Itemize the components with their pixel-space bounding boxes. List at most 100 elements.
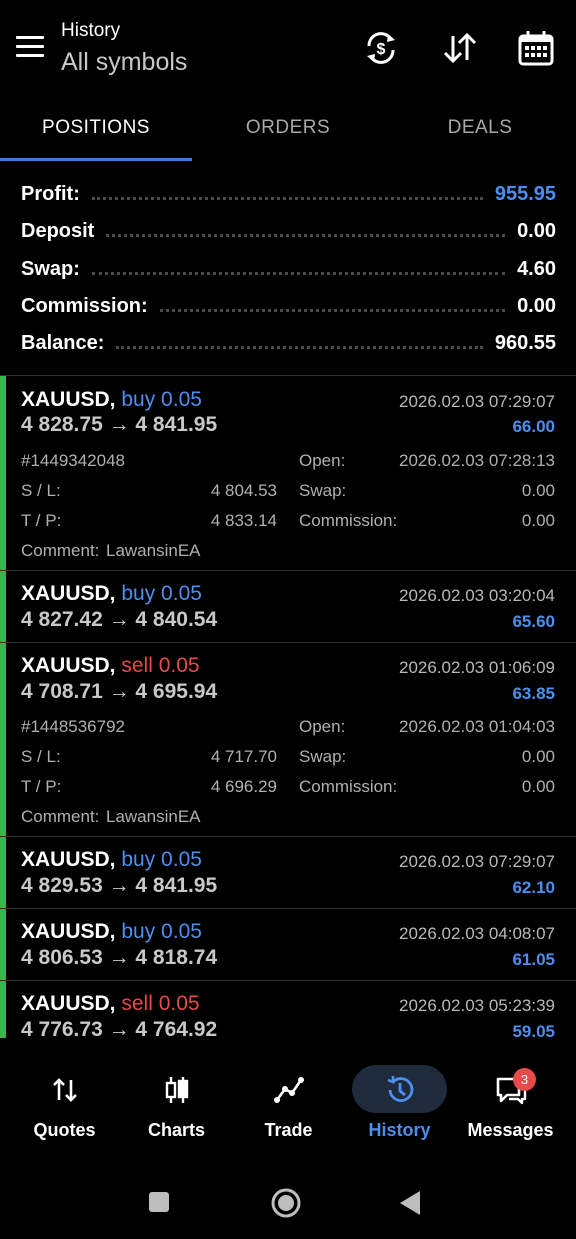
- comment-label: Comment:: [21, 807, 100, 826]
- position-prices: 4 829.53 → 4 841.95: [21, 874, 218, 897]
- bottom-nav: Quotes Charts Trade History Messages: [0, 1060, 576, 1160]
- position-symbol: XAUUSD,: [21, 920, 116, 943]
- position-close-time: 2026.02.03 05:23:39: [399, 996, 555, 1015]
- sl-value: 4 717.70: [210, 747, 277, 766]
- trade-icon: [273, 1077, 304, 1103]
- summary-balance-row: Balance: 960.55: [21, 328, 556, 358]
- position-symbol: XAUUSD,: [21, 654, 116, 677]
- nav-history[interactable]: History: [342, 1060, 457, 1160]
- tp-value: 4 833.14: [210, 511, 277, 530]
- position-side: buy 0.05: [121, 848, 202, 871]
- sl-label: S / L:: [21, 747, 61, 766]
- tab-deals[interactable]: DEALS: [384, 100, 576, 160]
- currency-exchange-icon[interactable]: $: [361, 28, 401, 68]
- position-profit: 59.05: [512, 1022, 555, 1038]
- nav-quotes[interactable]: Quotes: [7, 1060, 122, 1160]
- commission-value: 0.00: [521, 777, 555, 796]
- tab-orders[interactable]: ORDERS: [192, 100, 384, 160]
- balance-label: Balance:: [21, 331, 105, 354]
- profit-value: 955.95: [494, 182, 556, 205]
- quotes-icon: [52, 1078, 77, 1102]
- position-profit: 66.00: [512, 417, 555, 436]
- history-icon: [387, 1076, 413, 1102]
- position-symbol: XAUUSD,: [21, 848, 116, 871]
- sort-icon[interactable]: [440, 28, 480, 68]
- commission-label: Commission:: [299, 777, 398, 796]
- position-prices: 4 708.71 → 4 695.94: [21, 680, 218, 703]
- commission-label: Commission:: [21, 294, 148, 317]
- position-symbol: XAUUSD,: [21, 582, 116, 605]
- charts-icon: [165, 1077, 188, 1103]
- summary-deposit-row: Deposit 0.00: [21, 216, 556, 246]
- deposit-label: Deposit: [21, 219, 95, 242]
- tp-value: 4 696.29: [210, 777, 277, 796]
- nav-history-label: History: [368, 1120, 431, 1140]
- position-item[interactable]: XAUUSD, sell 0.05 2026.02.03 01:06:09 4 …: [0, 643, 576, 837]
- comment-value: LawansinEA: [106, 541, 201, 560]
- position-profit: 63.85: [512, 684, 555, 703]
- nav-trade[interactable]: Trade: [231, 1060, 346, 1160]
- swap-label: Swap:: [21, 257, 80, 280]
- position-profit: 65.60: [512, 612, 555, 631]
- swap-label: Swap:: [299, 747, 347, 766]
- swap-value: 0.00: [521, 747, 555, 766]
- position-item[interactable]: XAUUSD, buy 0.05 2026.02.03 04:08:07 4 8…: [0, 909, 576, 981]
- nav-messages[interactable]: Messages: [453, 1060, 568, 1160]
- nav-trade-label: Trade: [264, 1120, 313, 1140]
- summary-swap-row: Swap: 4.60: [21, 254, 556, 284]
- position-close-time: 2026.02.03 07:29:07: [399, 392, 555, 411]
- position-close-time: 2026.02.03 04:08:07: [399, 924, 555, 943]
- nav-quotes-label: Quotes: [33, 1120, 96, 1140]
- system-navigation-bar: [0, 1160, 576, 1239]
- summary-commission-row: Commission: 0.00: [21, 291, 556, 321]
- position-profit: 61.05: [512, 950, 555, 969]
- commission-value: 0.00: [521, 511, 555, 530]
- position-side: sell 0.05: [121, 992, 200, 1015]
- menu-icon[interactable]: [16, 36, 44, 60]
- position-prices: 4 828.75 → 4 841.95: [21, 413, 218, 436]
- position-item[interactable]: XAUUSD, buy 0.05 2026.02.03 07:29:07 4 8…: [0, 837, 576, 909]
- symbol-filter[interactable]: All symbols: [61, 48, 187, 77]
- nav-charts-label: Charts: [147, 1120, 205, 1140]
- position-ticket: #1448536792: [21, 717, 126, 736]
- open-label: Open:: [299, 451, 346, 470]
- position-side: sell 0.05: [121, 654, 200, 677]
- swap-label: Swap:: [299, 481, 347, 500]
- calendar-icon[interactable]: [516, 28, 556, 68]
- home-icon[interactable]: [270, 1187, 302, 1219]
- sl-label: S / L:: [21, 481, 61, 500]
- sl-value: 4 804.53: [210, 481, 277, 500]
- position-side: buy 0.05: [121, 920, 202, 943]
- swap-value: 4.60: [517, 257, 556, 280]
- position-side: buy 0.05: [121, 388, 202, 411]
- positions-list[interactable]: XAUUSD, buy 0.05 2026.02.03 07:29:07 4 8…: [0, 376, 576, 1038]
- open-time: 2026.02.03 07:28:13: [399, 451, 555, 470]
- history-tabs: POSITIONS ORDERS DEALS: [0, 100, 576, 162]
- commission-value: 0.00: [517, 294, 556, 317]
- tab-positions[interactable]: POSITIONS: [0, 100, 192, 160]
- commission-label: Commission:: [299, 511, 398, 530]
- tp-label: T / P:: [21, 511, 62, 530]
- page-title: History: [61, 20, 121, 41]
- position-side: buy 0.05: [121, 582, 202, 605]
- comment-value: LawansinEA: [106, 807, 201, 826]
- open-label: Open:: [299, 717, 346, 736]
- back-icon[interactable]: [398, 1190, 422, 1216]
- position-close-time: 2026.02.03 03:20:04: [399, 586, 555, 605]
- svg-text:$: $: [377, 41, 386, 58]
- position-symbol: XAUUSD,: [21, 388, 116, 411]
- position-profit: 62.10: [512, 878, 555, 897]
- position-prices: 4 806.53 → 4 818.74: [21, 946, 218, 969]
- swap-value: 0.00: [521, 481, 555, 500]
- app-header: History All symbols $: [0, 0, 576, 100]
- recents-icon[interactable]: [147, 1190, 171, 1214]
- tp-label: T / P:: [21, 777, 62, 796]
- summary-profit-row: Profit: 955.95: [21, 179, 556, 209]
- position-item[interactable]: XAUUSD, sell 0.05 2026.02.03 05:23:39 4 …: [0, 981, 576, 1038]
- position-item[interactable]: XAUUSD, buy 0.05 2026.02.03 03:20:04 4 8…: [0, 571, 576, 643]
- position-close-time: 2026.02.03 01:06:09: [399, 658, 555, 677]
- position-item[interactable]: XAUUSD, buy 0.05 2026.02.03 07:29:07 4 8…: [0, 376, 576, 571]
- nav-charts[interactable]: Charts: [119, 1060, 234, 1160]
- position-prices: 4 827.42 → 4 840.54: [21, 608, 218, 631]
- open-time: 2026.02.03 01:04:03: [399, 717, 555, 736]
